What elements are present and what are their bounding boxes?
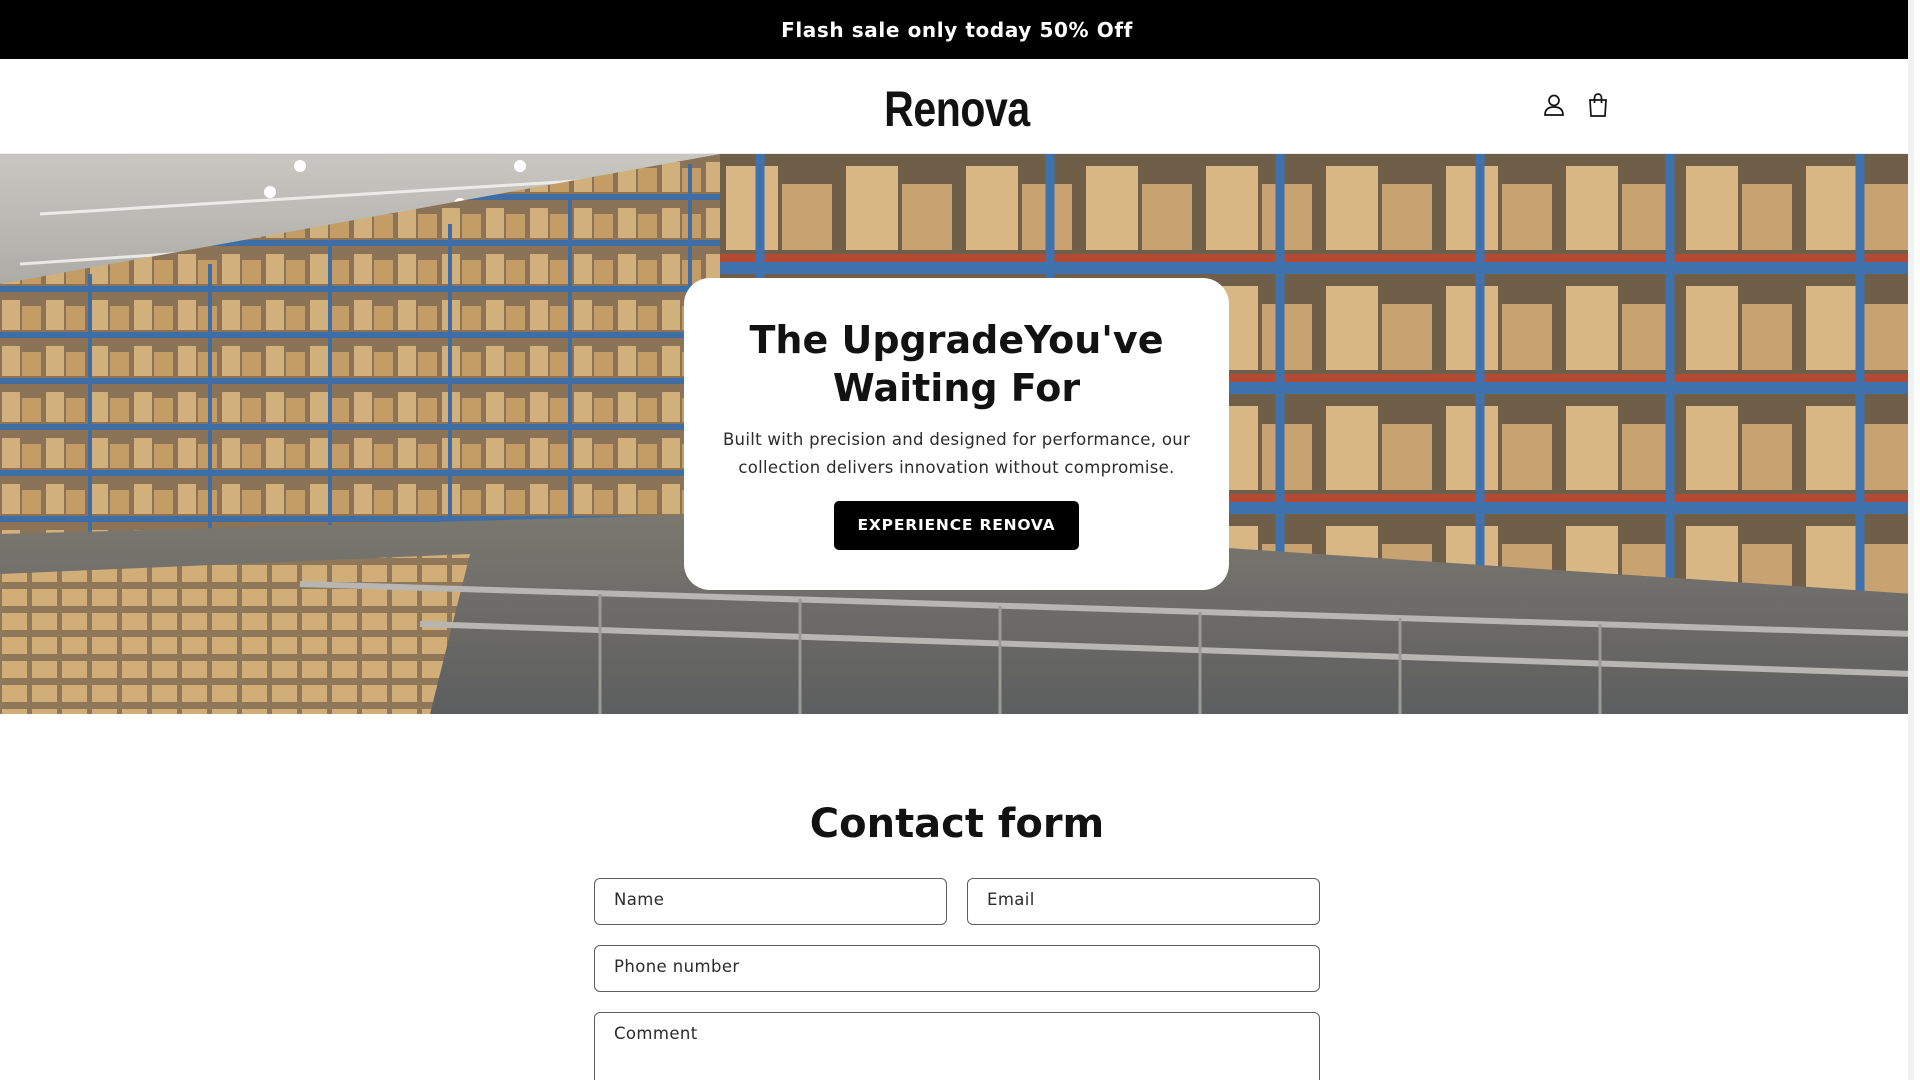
contact-form-title: Contact form: [809, 801, 1105, 847]
hero-title-line2: Waiting For: [832, 366, 1081, 410]
hero-subtitle: Built with precision and designed for pe…: [722, 426, 1192, 482]
comment-field[interactable]: Comment: [594, 1012, 1320, 1080]
email-field[interactable]: Email: [967, 878, 1320, 925]
hero-title-line1: The UpgradeYou've: [749, 318, 1164, 362]
header-icons: [1542, 92, 1610, 118]
phone-number-field[interactable]: Phone number: [594, 945, 1320, 992]
page: Flash sale only today 50% Off Renova The…: [0, 0, 1914, 1080]
account-icon[interactable]: [1542, 92, 1566, 118]
experience-renova-button[interactable]: EXPERIENCE RENOVA: [834, 501, 1079, 550]
announcement-text: Flash sale only today 50% Off: [781, 17, 1133, 42]
hero-subtitle-line2: collection delivers innovation without c…: [738, 458, 1175, 477]
site-header: Renova: [0, 59, 1914, 154]
hero-banner: The UpgradeYou've Waiting For Built with…: [0, 154, 1914, 714]
hero-card: The UpgradeYou've Waiting For Built with…: [684, 278, 1229, 590]
hero-title: The UpgradeYou've Waiting For: [684, 316, 1229, 412]
name-field[interactable]: Name: [594, 878, 947, 925]
cart-icon[interactable]: [1586, 92, 1610, 118]
scrollbar[interactable]: [1908, 0, 1914, 1080]
store-logo[interactable]: Renova: [172, 81, 1741, 137]
hero-subtitle-line1: Built with precision and designed for pe…: [722, 430, 1191, 449]
announcement-bar: Flash sale only today 50% Off: [0, 0, 1914, 59]
contact-section: Contact form Name Email Phone number Com…: [0, 714, 1914, 1080]
